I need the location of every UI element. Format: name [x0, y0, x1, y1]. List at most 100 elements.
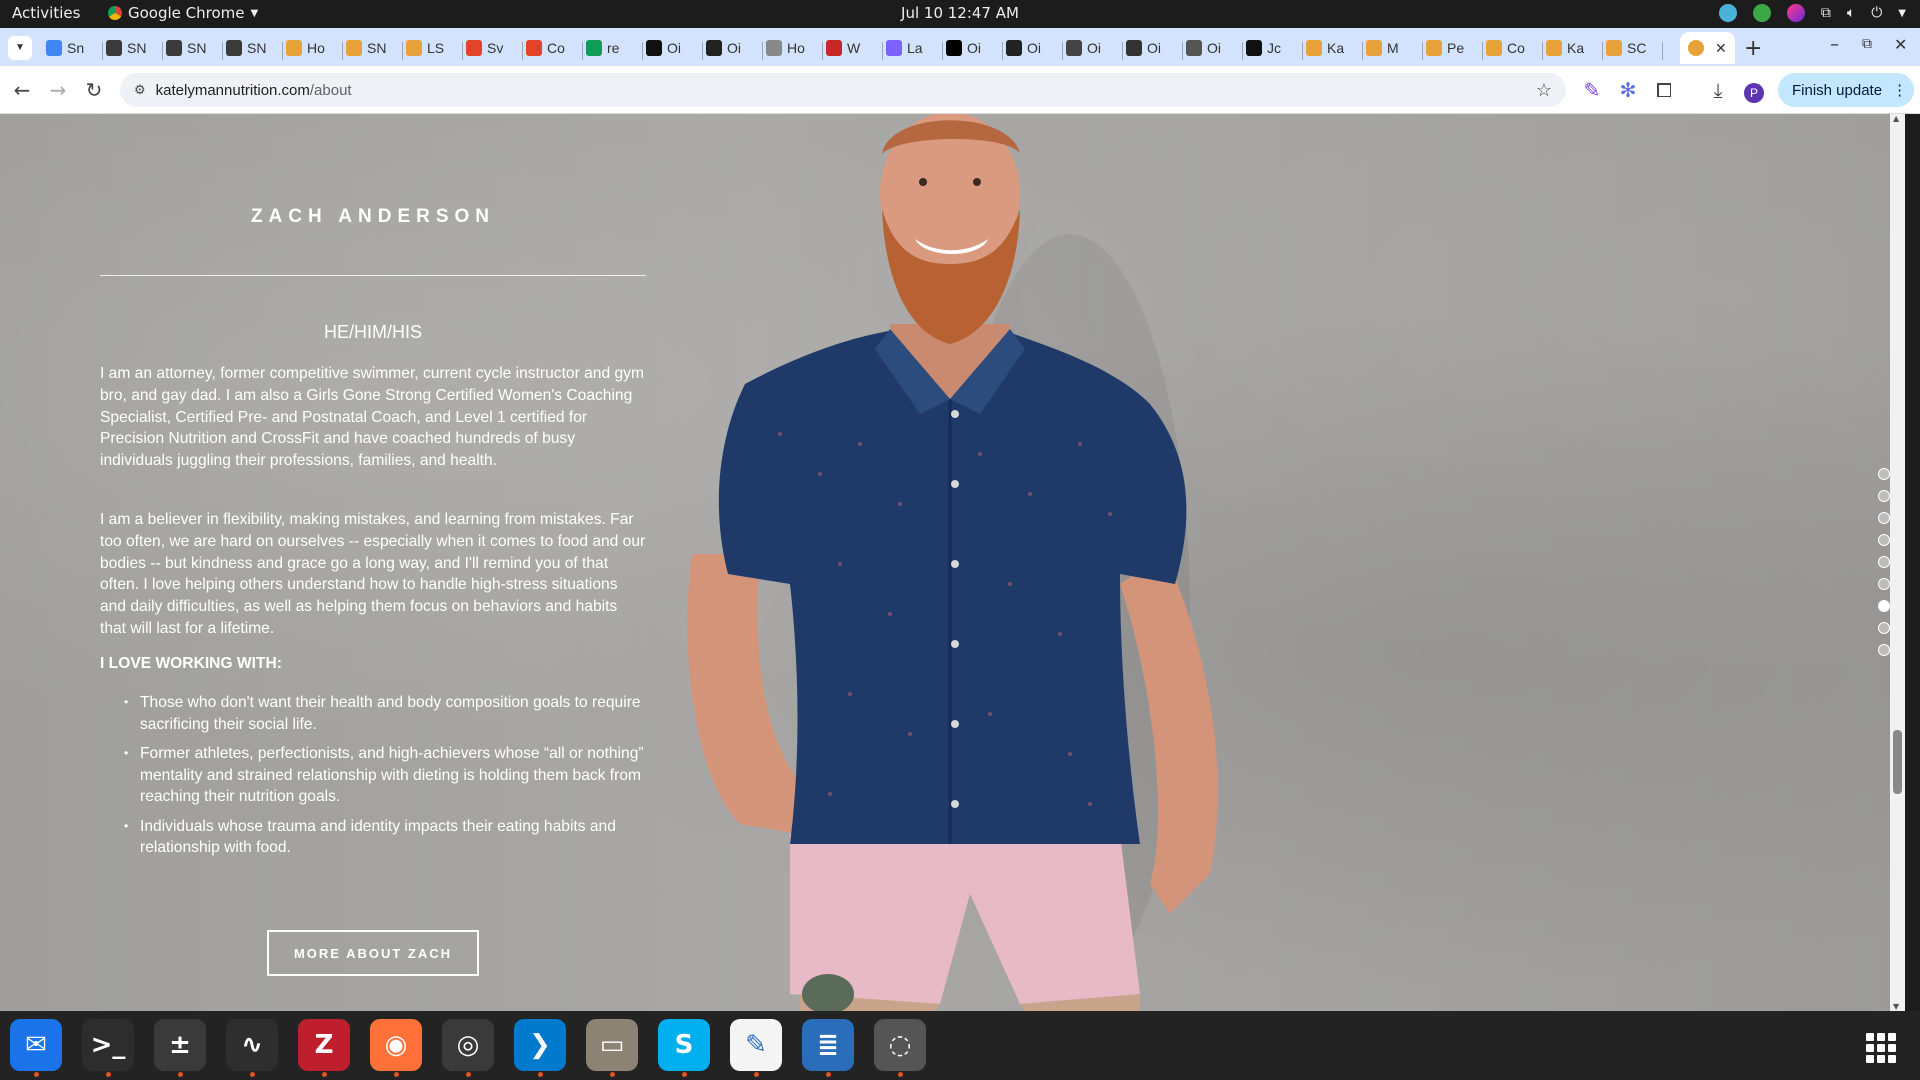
chevron-down-icon[interactable]: ▼ — [1898, 8, 1906, 19]
system-monitor-icon[interactable]: ∿ — [226, 1019, 278, 1077]
tab-24[interactable]: Co — [1486, 34, 1525, 62]
tab-favicon-icon — [1066, 40, 1082, 56]
tab-0[interactable]: Sn — [46, 34, 84, 62]
tab-12[interactable]: Ho — [766, 34, 805, 62]
color-icon[interactable] — [1786, 4, 1805, 22]
restore-button[interactable]: ⧉ — [1862, 36, 1872, 52]
tab-search-button[interactable]: ▼ — [8, 34, 32, 62]
system-tray[interactable]: ⧉ 🔈︎ ⏻ ▼ — [1718, 4, 1906, 22]
back-button[interactable]: ← — [10, 78, 34, 102]
tab-label: Oi — [1087, 40, 1101, 56]
close-window-button[interactable]: ✕ — [1894, 35, 1907, 54]
tab-21[interactable]: Ka — [1306, 34, 1344, 62]
tab-19[interactable]: Oi — [1186, 34, 1221, 62]
tab-2[interactable]: SN — [166, 34, 206, 62]
site-info-icon[interactable]: ⚙ — [134, 82, 146, 98]
calculator-icon[interactable]: ± — [154, 1019, 206, 1077]
vscode-icon[interactable]: ❯ — [514, 1019, 566, 1077]
skype-icon[interactable]: S — [658, 1019, 710, 1077]
tab-6[interactable]: LS — [406, 34, 444, 62]
close-icon[interactable]: ✕ — [1715, 40, 1727, 57]
section-dot[interactable] — [1878, 622, 1890, 634]
tab-18[interactable]: Oi — [1126, 34, 1161, 62]
tab-16[interactable]: Oi — [1006, 34, 1041, 62]
tab-17[interactable]: Oi — [1066, 34, 1101, 62]
scroll-up-icon[interactable]: ▲ — [1893, 114, 1899, 123]
terminal-icon[interactable]: >_ — [82, 1019, 134, 1077]
tab-7[interactable]: Sv — [466, 34, 503, 62]
section-dot[interactable] — [1878, 534, 1890, 546]
reload-button[interactable]: ↻ — [82, 78, 106, 102]
extension-icon[interactable]: ✻ — [1616, 78, 1640, 102]
tab-label: SN — [187, 40, 207, 56]
tab-separator — [462, 42, 463, 60]
tab-8[interactable]: Co — [526, 34, 565, 62]
tab-11[interactable]: Oi — [706, 34, 741, 62]
check-icon[interactable] — [1752, 4, 1771, 22]
thunderbird-icon[interactable]: ✉ — [10, 1019, 62, 1077]
bio-paragraph-2: I am a believer in flexibility, making m… — [100, 511, 646, 637]
section-dot[interactable] — [1878, 578, 1890, 590]
libreoffice-writer-icon[interactable]: ≣ — [802, 1019, 854, 1077]
tab-favicon-icon — [1426, 40, 1442, 56]
dock-glyph: ± — [169, 1030, 191, 1060]
volume-icon[interactable]: 🔈︎ — [1847, 5, 1855, 21]
puzzle-icon[interactable]: ⧠ — [1652, 78, 1676, 102]
tab-22[interactable]: M — [1366, 34, 1399, 62]
tab-4[interactable]: Ho — [286, 34, 325, 62]
chrome-icon[interactable]: ◎ — [442, 1019, 494, 1077]
forward-button[interactable]: → — [46, 78, 70, 102]
tab-5[interactable]: SN — [346, 34, 386, 62]
new-tab-button[interactable]: + — [1744, 36, 1762, 61]
scroll-down-icon[interactable]: ▼ — [1893, 1002, 1899, 1011]
tab-23[interactable]: Pe — [1426, 34, 1464, 62]
tab-label: SC — [1627, 40, 1647, 56]
tab-26[interactable]: SC — [1606, 34, 1646, 62]
minimize-button[interactable]: – — [1830, 34, 1839, 55]
scrollbar-thumb[interactable] — [1893, 730, 1902, 794]
app-menu[interactable]: Google Chrome ▼ — [108, 4, 258, 22]
address-bar[interactable]: ⚙ katelymannutrition.com /about ☆ — [120, 73, 1566, 107]
avatar[interactable]: P — [1742, 78, 1766, 103]
section-dot[interactable] — [1878, 512, 1890, 524]
section-dot[interactable] — [1878, 644, 1890, 656]
tab-label: Oi — [967, 40, 981, 56]
filezilla-icon[interactable]: Z — [298, 1019, 350, 1077]
bookmark-star-icon[interactable]: ☆ — [1536, 80, 1552, 101]
clock[interactable]: Jul 10 12:47 AM — [901, 4, 1019, 22]
files-icon[interactable]: ▭ — [586, 1019, 638, 1077]
tab-favicon-icon — [646, 40, 662, 56]
page-scrollbar[interactable]: ▲ ▼ — [1890, 114, 1905, 1011]
activities-button[interactable]: Activities — [12, 4, 80, 22]
tab-20[interactable]: Jc — [1246, 34, 1281, 62]
pen-extension-icon[interactable]: ✎ — [1580, 78, 1604, 102]
tab-active[interactable]: ✕ — [1680, 32, 1735, 64]
dock-glyph: ∿ — [241, 1030, 263, 1060]
disks-icon[interactable]: ◌ — [874, 1019, 926, 1077]
section-dot[interactable] — [1878, 468, 1890, 480]
finish-update-button[interactable]: Finish update ⋮ — [1778, 73, 1914, 107]
network-icon[interactable]: ⧉ — [1821, 5, 1831, 21]
tab-25[interactable]: Ka — [1546, 34, 1584, 62]
text-editor-icon[interactable]: ✎ — [730, 1019, 782, 1077]
show-apps-button[interactable] — [1866, 1033, 1896, 1063]
section-dot[interactable] — [1878, 490, 1890, 502]
more-about-zach-button[interactable]: MORE ABOUT ZACH — [267, 930, 479, 976]
firefox-icon[interactable]: ◉ — [370, 1019, 422, 1077]
love-working-heading: I LOVE WORKING WITH: — [100, 655, 282, 672]
tab-15[interactable]: Oi — [946, 34, 981, 62]
tab-10[interactable]: Oi — [646, 34, 681, 62]
section-dot[interactable] — [1878, 556, 1890, 568]
tab-9[interactable]: re — [586, 34, 619, 62]
tab-favicon-icon — [106, 40, 122, 56]
download-icon[interactable]: ⤓ — [1706, 78, 1730, 102]
dock-glyph: ◌ — [888, 1030, 912, 1060]
tab-separator — [822, 42, 823, 60]
section-dot[interactable] — [1878, 600, 1890, 612]
tab-13[interactable]: W — [826, 34, 860, 62]
power-icon[interactable]: ⏻ — [1871, 5, 1882, 21]
tab-14[interactable]: La — [886, 34, 923, 62]
updates-icon[interactable] — [1718, 4, 1737, 22]
tab-1[interactable]: SN — [106, 34, 146, 62]
tab-3[interactable]: SN — [226, 34, 266, 62]
